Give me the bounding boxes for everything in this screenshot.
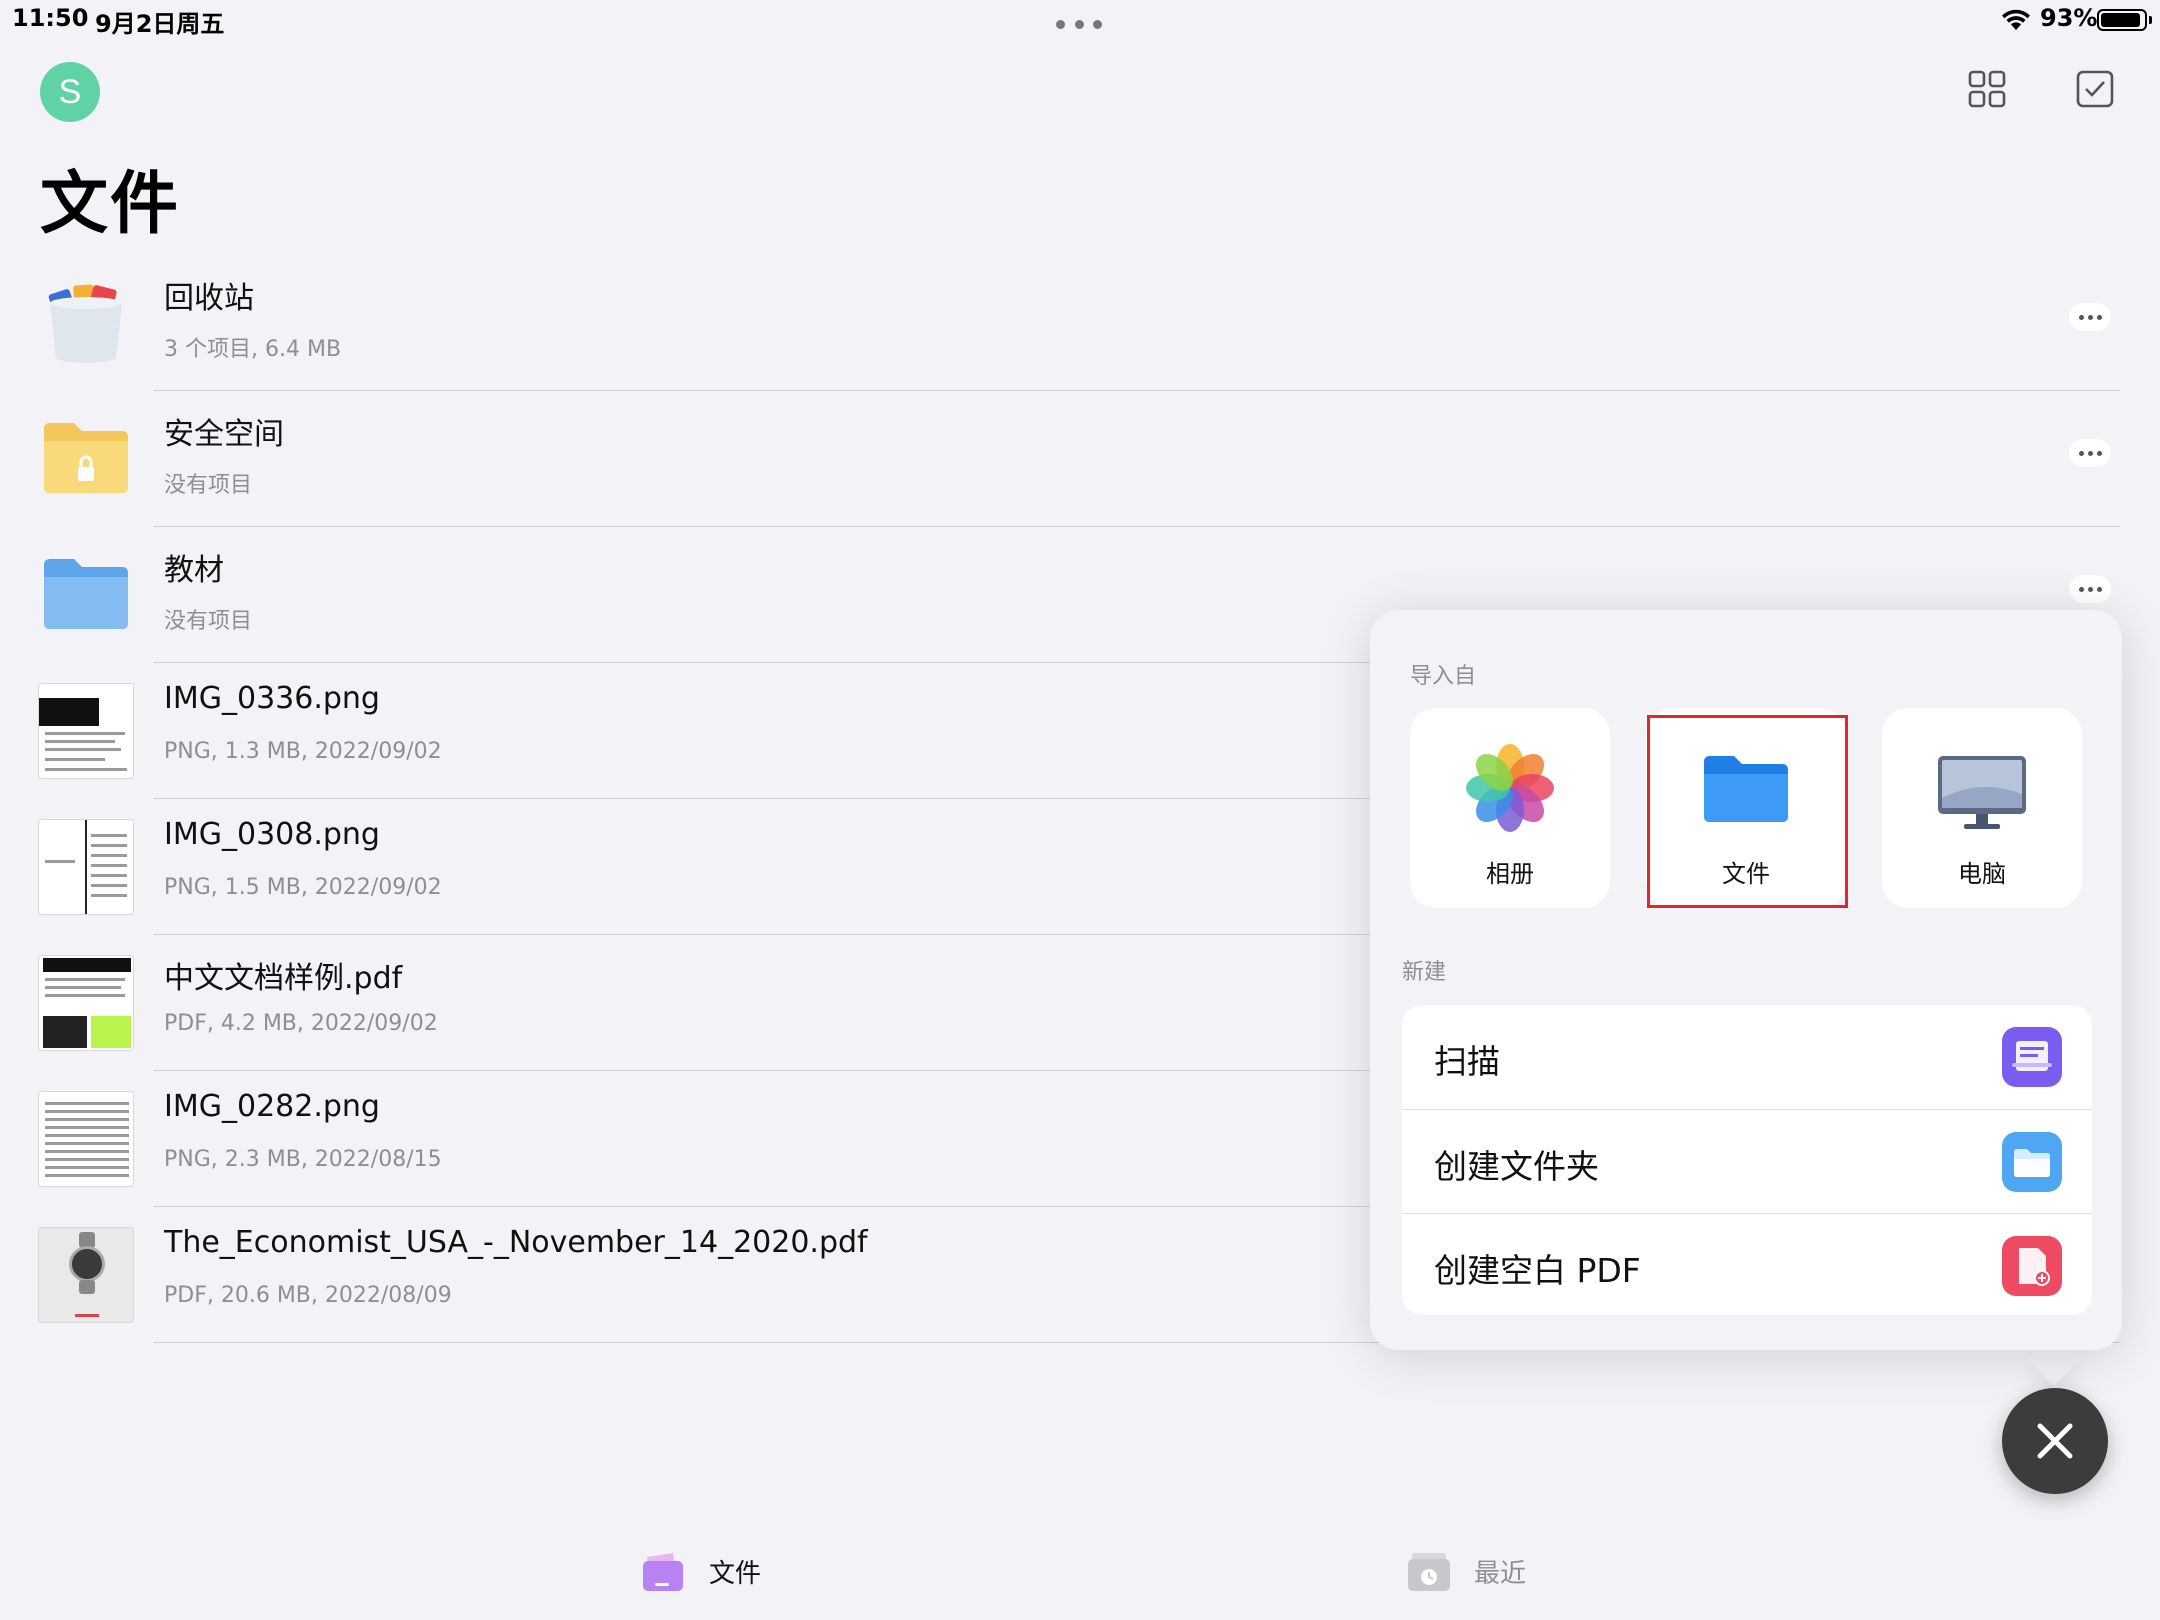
more-options-button[interactable] <box>2069 303 2111 331</box>
file-meta: PDF, 4.2 MB, 2022/09/02 <box>164 1011 438 1036</box>
tab-recent-label: 最近 <box>1474 1558 1527 1589</box>
wifi-icon <box>2002 9 2030 30</box>
file-name: 教材 <box>164 553 224 588</box>
pdf-thumbnail <box>38 955 134 1051</box>
create-blank-pdf-button[interactable]: 创建空白 PDF <box>1402 1213 2092 1315</box>
tab-files-label: 文件 <box>709 1558 762 1589</box>
close-button[interactable] <box>2002 1388 2108 1494</box>
scan-icon <box>2002 1027 2062 1087</box>
create-folder-button[interactable]: 创建文件夹 <box>1402 1109 2092 1213</box>
highlight-annotation <box>1647 715 1848 908</box>
file-meta: 3 个项目, 6.4 MB <box>164 337 342 362</box>
create-blank-pdf-label: 创建空白 PDF <box>1434 1251 1641 1290</box>
computer-icon <box>1938 756 2026 829</box>
pdf-thumbnail <box>38 1227 134 1323</box>
import-photos-label: 相册 <box>1486 860 1534 888</box>
select-checkbox-icon[interactable] <box>2076 70 2114 108</box>
file-name: 回收站 <box>164 281 254 316</box>
close-icon <box>2037 1423 2073 1459</box>
file-name: IMG_0308.png <box>164 817 380 852</box>
file-name: IMG_0336.png <box>164 681 380 716</box>
blank-pdf-icon <box>2002 1236 2062 1296</box>
multitasking-dots-icon[interactable] <box>1056 20 1102 30</box>
image-thumbnail <box>38 1091 134 1187</box>
battery-icon <box>2097 9 2152 31</box>
image-thumbnail <box>38 683 134 779</box>
more-options-button[interactable] <box>2069 439 2111 467</box>
create-folder-label: 创建文件夹 <box>1434 1147 1599 1186</box>
new-folder-icon <box>2002 1132 2062 1192</box>
page-title: 文件 <box>40 165 181 244</box>
file-meta: 没有项目 <box>164 609 253 634</box>
import-computer-button[interactable]: 电脑 <box>1882 708 2082 908</box>
file-name: 中文文档样例.pdf <box>164 961 403 996</box>
battery-percent: 93% <box>2040 4 2098 32</box>
file-meta: 没有项目 <box>164 473 253 498</box>
tab-recent[interactable]: 最近 <box>1406 1546 1526 1596</box>
import-photos-button[interactable]: 相册 <box>1410 708 1610 908</box>
file-name: IMG_0282.png <box>164 1089 380 1124</box>
files-tab-icon <box>643 1553 683 1591</box>
file-meta: PNG, 2.3 MB, 2022/08/15 <box>164 1147 442 1172</box>
trash-bin-icon <box>48 284 122 363</box>
file-name: The_Economist_USA_-_November_14_2020.pdf <box>164 1225 868 1260</box>
list-item[interactable]: 回收站 3 个项目, 6.4 MB <box>0 255 2160 391</box>
status-date: 9月2日周五 <box>95 10 225 38</box>
recent-tab-icon <box>1408 1553 1450 1591</box>
more-options-button[interactable] <box>2069 575 2111 603</box>
import-computer-label: 电脑 <box>1958 860 2006 888</box>
file-name: 安全空间 <box>164 417 284 452</box>
secure-folder-icon <box>44 423 128 493</box>
file-meta: PDF, 20.6 MB, 2022/08/09 <box>164 1283 452 1308</box>
new-actions-list: 扫描 创建文件夹 创建空白 PDF <box>1402 1005 2092 1315</box>
avatar[interactable]: S <box>40 62 100 122</box>
file-meta: PNG, 1.3 MB, 2022/09/02 <box>164 739 442 764</box>
grid-view-icon[interactable] <box>1968 70 2006 108</box>
scan-button[interactable]: 扫描 <box>1402 1005 2092 1109</box>
tab-files[interactable]: 文件 <box>641 1546 761 1596</box>
image-thumbnail <box>38 819 134 915</box>
list-item[interactable]: 安全空间 没有项目 <box>0 391 2160 527</box>
photos-icon <box>1466 744 1554 832</box>
status-time: 11:50 <box>12 4 89 32</box>
folder-icon <box>44 559 128 629</box>
scan-label: 扫描 <box>1434 1042 1500 1081</box>
file-meta: PNG, 1.5 MB, 2022/09/02 <box>164 875 442 900</box>
import-section-label: 导入自 <box>1410 664 1477 689</box>
status-bar: 11:50 9月2日周五 93% <box>0 0 2160 40</box>
new-section-label: 新建 <box>1402 960 1447 985</box>
